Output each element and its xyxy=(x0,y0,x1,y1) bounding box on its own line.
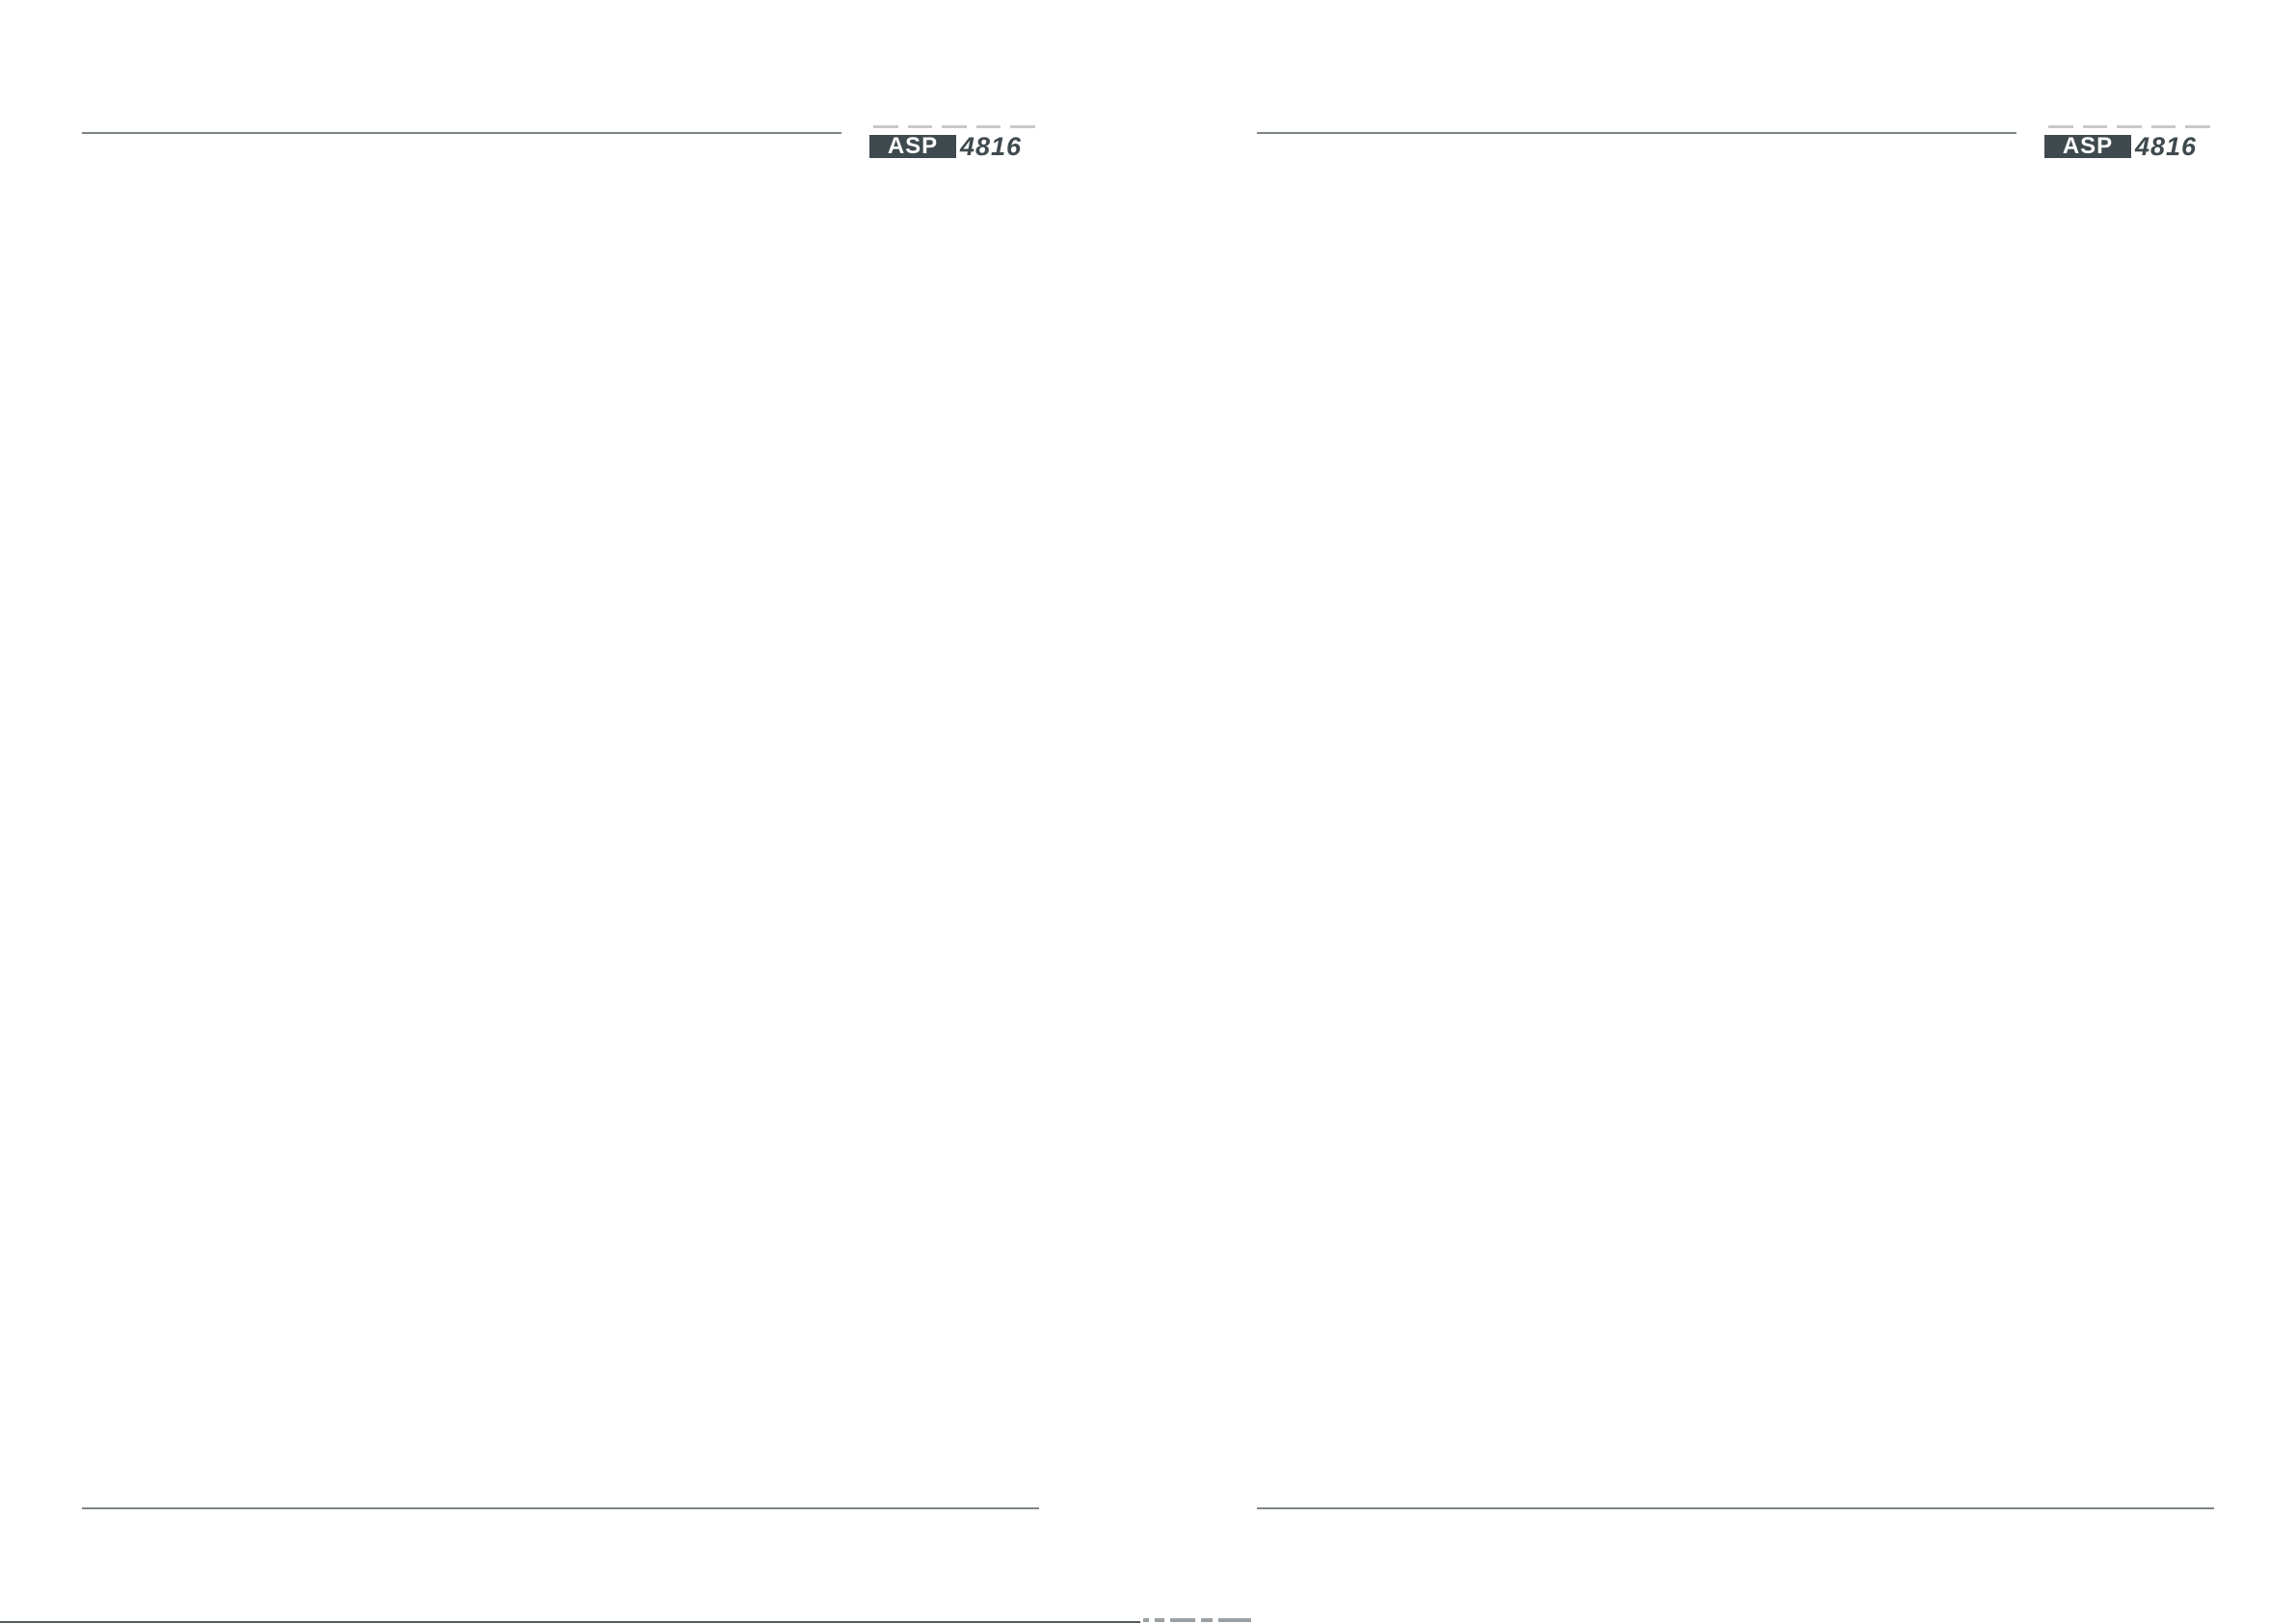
logo-dashes xyxy=(873,125,1035,129)
header-rule xyxy=(1257,132,2016,134)
document-spread: ASP 4816 ASP 4816 xyxy=(0,0,2296,1624)
logo-number-text: 4816 xyxy=(960,132,1023,161)
brand-logo: ASP 4816 xyxy=(2044,123,2214,160)
brand-logo: ASP 4816 xyxy=(869,123,1039,160)
page-left: ASP 4816 xyxy=(0,0,1148,1624)
footer-rule xyxy=(1257,1507,2214,1509)
crop-rule xyxy=(0,1621,1140,1623)
logo-number-text: 4816 xyxy=(2135,132,2198,161)
page-right: ASP 4816 xyxy=(1148,0,2296,1624)
print-slug xyxy=(1143,1617,1264,1623)
logo-dashes xyxy=(2048,125,2210,129)
header-rule xyxy=(82,132,841,134)
logo-box-text: ASP xyxy=(2044,135,2131,158)
footer-rule xyxy=(82,1507,1039,1509)
logo-box-text: ASP xyxy=(869,135,956,158)
